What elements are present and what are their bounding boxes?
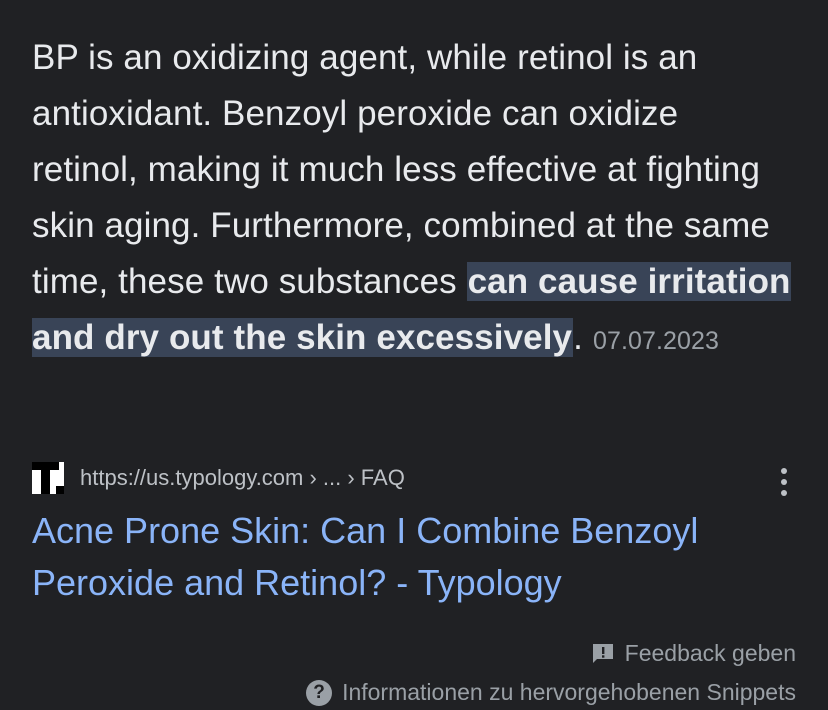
help-circle-icon: ? (306, 679, 333, 706)
snippet-text-after: . (573, 318, 583, 357)
result-title-link[interactable]: Acne Prone Skin: Can I Combine Benzoyl P… (32, 505, 802, 609)
featured-snippet-text: BP is an oxidizing agent, while retinol … (32, 30, 792, 369)
feedback-icon (592, 643, 613, 663)
source-url[interactable]: https://us.typology.com › ... › FAQ (80, 465, 405, 491)
source-line[interactable]: https://us.typology.com › ... › FAQ (32, 461, 405, 495)
snippet-info-link[interactable]: ? Informationen zu hervorgehobenen Snipp… (306, 679, 796, 706)
feedback-label: Feedback geben (624, 640, 796, 666)
feedback-button[interactable]: Feedback geben (591, 640, 796, 667)
snippet-date: 07.07.2023 (592, 327, 720, 355)
typology-t-icon (32, 462, 64, 494)
more-options-icon[interactable] (772, 466, 796, 498)
info-label: Informationen zu hervorgehobenen Snippet… (342, 679, 796, 705)
